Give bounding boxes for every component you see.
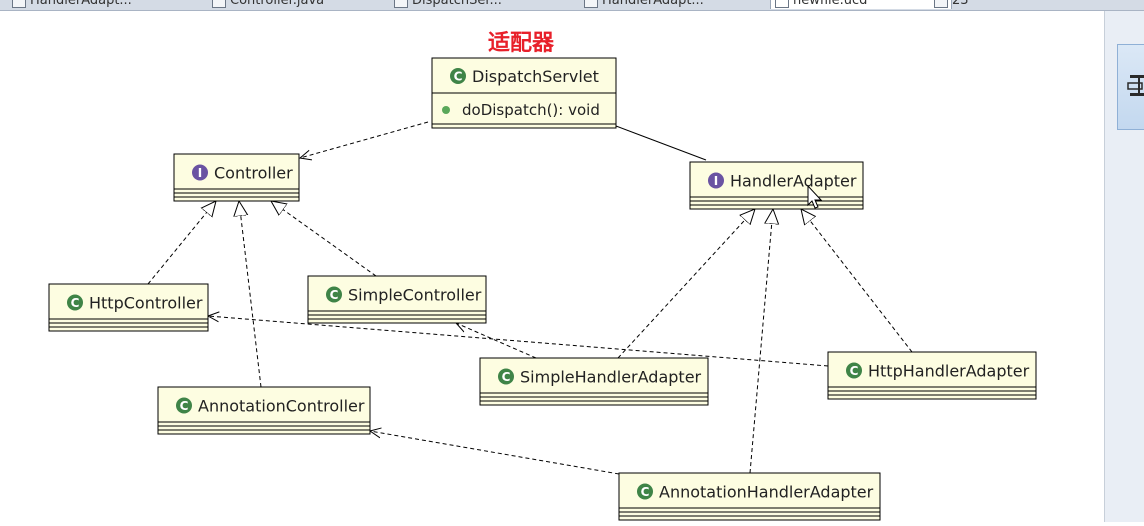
- uml-node-name: SimpleController: [348, 286, 482, 305]
- editor-tab-label: Controller.java: [230, 0, 325, 8]
- badge-letter: I: [198, 166, 202, 180]
- badge-letter: C: [641, 485, 650, 499]
- java-file-icon: [394, 0, 408, 8]
- editor-tab-label: HandlerAdapt...: [602, 0, 704, 8]
- relation-realization-annotationhandleradapter-to-handleradapter[interactable]: [749, 209, 773, 474]
- uml-diagram-icon: [775, 0, 789, 8]
- uml-node-annotationcontroller[interactable]: C AnnotationController: [157, 386, 371, 435]
- uml-node-httpcontroller[interactable]: C HttpController: [48, 283, 209, 332]
- public-method-icon: [442, 106, 450, 114]
- badge-letter: C: [71, 296, 80, 310]
- uml-node-httphandleradapter[interactable]: C HttpHandlerAdapter: [827, 351, 1037, 400]
- editor-tab-3[interactable]: DispatchSer...: [390, 0, 582, 9]
- relation-realization-httphandleradapter-to-handleradapter[interactable]: [801, 209, 913, 353]
- editor-tab-label: HandlerAdapt...: [30, 0, 132, 8]
- editor-tab-2[interactable]: Controller.java: [208, 0, 395, 9]
- uml-node-handleradapter[interactable]: I HandlerAdapter: [689, 161, 864, 210]
- uml-node-annotationhandleradapter[interactable]: C AnnotationHandlerAdapter: [618, 472, 881, 521]
- overflow-indicator: [934, 0, 948, 8]
- uml-node-controller[interactable]: I Controller: [173, 153, 300, 202]
- relation-realization-simplehandleradapter-to-handleradapter[interactable]: [617, 209, 755, 359]
- uml-node-name: AnnotationHandlerAdapter: [659, 483, 874, 502]
- uml-node-simplecontroller[interactable]: C SimpleController: [307, 275, 487, 324]
- relation-dependency-dispatch-to-controller[interactable]: [300, 121, 429, 158]
- diagram-title: 适配器: [488, 31, 555, 56]
- uml-operation[interactable]: doDispatch(): void: [462, 101, 600, 119]
- outline-panel: [1104, 11, 1144, 522]
- outline-view-button[interactable]: [1117, 44, 1144, 130]
- java-file-icon: [584, 0, 598, 8]
- uml-node-name: DispatchServlet: [472, 67, 599, 86]
- uml-node-name: AnnotationController: [198, 397, 365, 416]
- relation-dependency-annotationhandleradapter-to-annotationcontroller[interactable]: [370, 431, 620, 475]
- badge-letter: I: [714, 174, 718, 188]
- uml-node-name: Controller: [214, 164, 293, 183]
- editor-tab-5[interactable]: newfile.ucd: [770, 0, 952, 9]
- java-file-icon: [12, 0, 26, 8]
- editor-tab-6[interactable]: 23: [930, 0, 1012, 9]
- editor-tab-label: 23: [952, 0, 969, 8]
- uml-node-name: HttpHandlerAdapter: [868, 362, 1030, 381]
- relation-realization-simplecontroller-to-controller[interactable]: [271, 201, 377, 277]
- uml-node-name: HttpController: [89, 294, 203, 313]
- editor-tab-1[interactable]: HandlerAdapt...: [8, 0, 200, 9]
- badge-letter: C: [454, 70, 463, 84]
- editor-tab-label: newfile.ucd: [793, 0, 868, 8]
- relation-realization-httpcontroller-to-controller[interactable]: [147, 201, 216, 285]
- editor-tab-label: DispatchSer...: [412, 0, 502, 8]
- uml-node-simplehandleradapter[interactable]: C SimpleHandlerAdapter: [479, 357, 709, 406]
- uml-node-name: HandlerAdapter: [730, 172, 857, 191]
- outline-view-icon: [1127, 75, 1144, 96]
- badge-letter: C: [330, 288, 339, 302]
- badge-letter: C: [850, 364, 859, 378]
- relation-dependency-simplehandleradapter-to-simplecontroller[interactable]: [456, 323, 537, 359]
- editor-tab-4[interactable]: HandlerAdapt...: [580, 0, 772, 9]
- java-file-icon: [212, 0, 226, 8]
- editor-tab-bar: HandlerAdapt... Controller.java DispatchSe…: [0, 0, 1144, 11]
- relation-realization-annotationcontroller-to-controller[interactable]: [239, 201, 262, 388]
- uml-class-diagram: C DispatchServlet doDispatch(): void I Contr…: [48, 31, 1037, 521]
- uml-node-name: SimpleHandlerAdapter: [520, 368, 702, 387]
- uml-diagram-canvas[interactable]: C DispatchServlet doDispatch(): void I Contr…: [0, 11, 1104, 522]
- uml-node-dispatch[interactable]: C DispatchServlet doDispatch(): void: [431, 57, 617, 129]
- badge-letter: C: [180, 399, 189, 413]
- badge-letter: C: [502, 370, 511, 384]
- relation-aggregation-dispatch-to-handleradapter[interactable]: [616, 126, 707, 161]
